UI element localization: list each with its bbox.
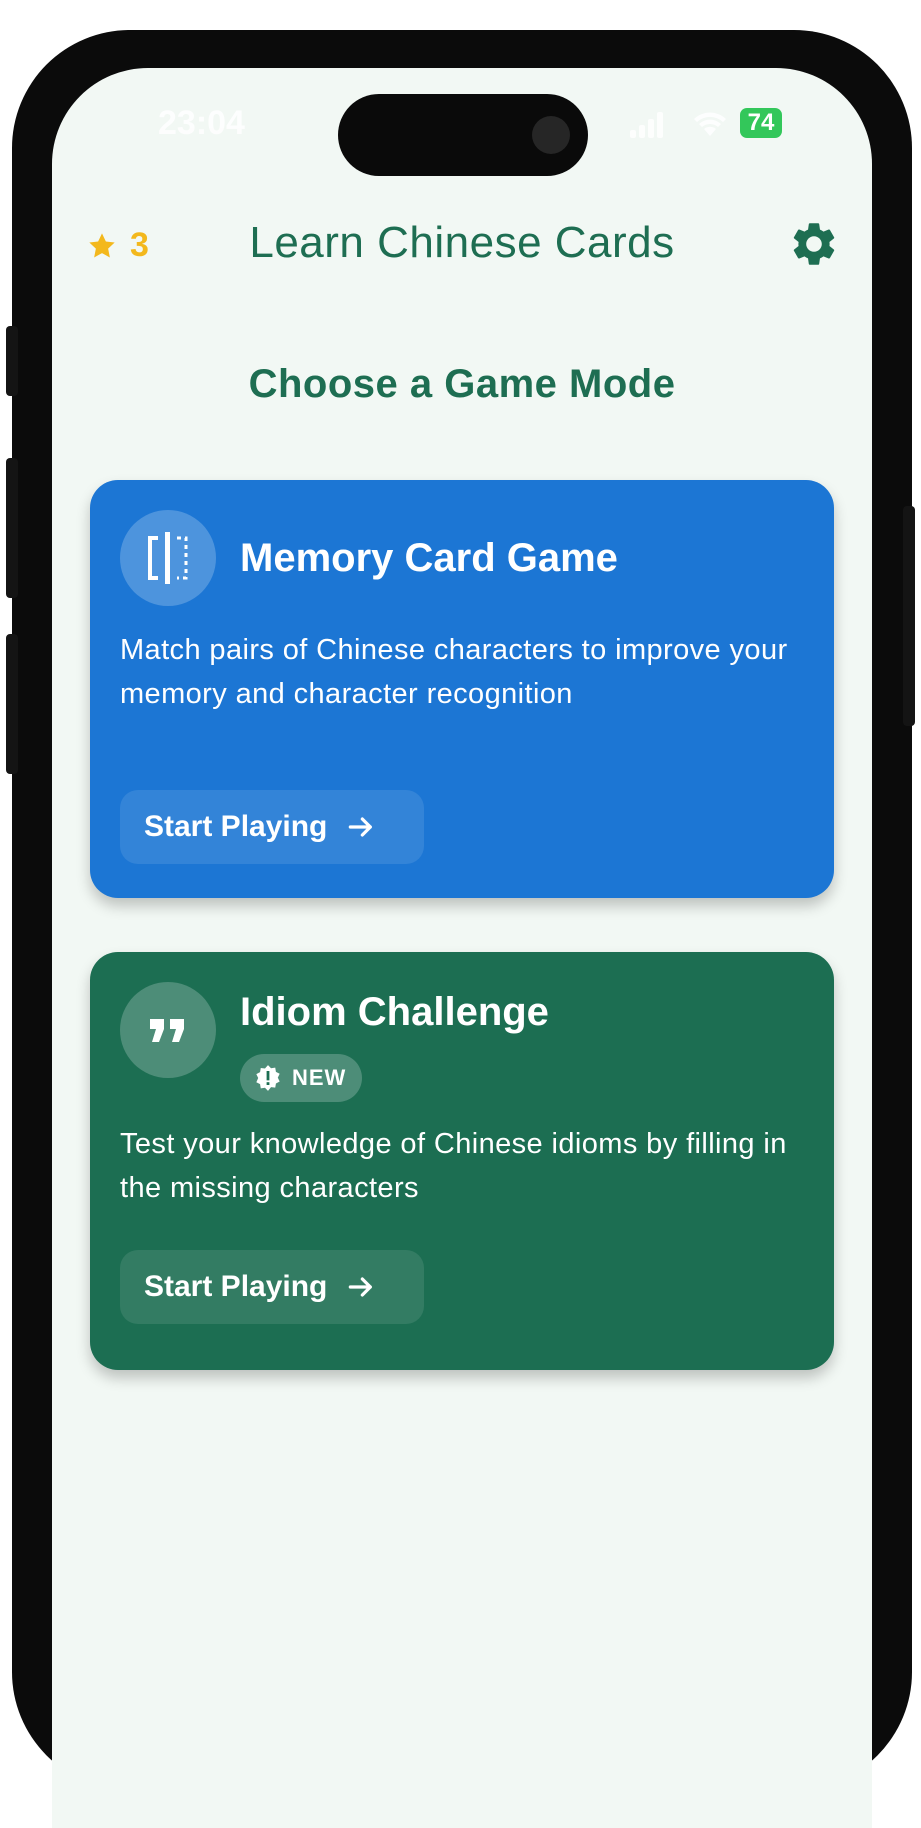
gear-icon[interactable]	[788, 218, 840, 270]
card-description: Test your knowledge of Chinese idioms by…	[120, 1128, 787, 1204]
volume-up-button	[6, 458, 18, 598]
signal-icon	[630, 112, 664, 138]
start-playing-button[interactable]: Start Playing	[120, 790, 424, 864]
front-camera	[532, 116, 570, 154]
quote-icon	[120, 982, 216, 1078]
card-title: Idiom Challenge	[240, 990, 549, 1034]
volume-down-button	[6, 634, 18, 774]
wifi-icon	[694, 112, 726, 136]
badge-label: NEW	[292, 1065, 347, 1090]
new-releases-icon	[256, 1065, 280, 1091]
app-title: Learn Chinese Cards	[249, 218, 675, 267]
card-title: Memory Card Game	[240, 536, 618, 580]
idiom-challenge-card[interactable]: Idiom Challenge NEW Test your knowledge …	[90, 952, 834, 1370]
battery-indicator: 74	[740, 108, 782, 138]
mute-switch	[6, 326, 18, 396]
card-description: Match pairs of Chinese characters to imp…	[120, 634, 788, 710]
memory-game-card[interactable]: Memory Card Game Match pairs of Chinese …	[90, 480, 834, 898]
dynamic-island	[338, 94, 588, 176]
app-header: 3 Learn Chinese Cards	[52, 208, 872, 280]
power-button	[903, 506, 915, 726]
arrow-right-icon	[349, 817, 373, 837]
app-screen: 23:04 74 3 Learn Chinese Cards Choose a …	[52, 68, 872, 1828]
start-playing-button[interactable]: Start Playing	[120, 1250, 424, 1324]
flip-card-icon	[120, 510, 216, 606]
button-label: Start Playing	[144, 810, 328, 843]
status-time: 23:04	[158, 104, 245, 142]
section-title: Choose a Game Mode	[248, 362, 676, 406]
arrow-right-icon	[349, 1277, 373, 1297]
new-badge: NEW	[240, 1054, 363, 1102]
button-label: Start Playing	[144, 1270, 328, 1303]
